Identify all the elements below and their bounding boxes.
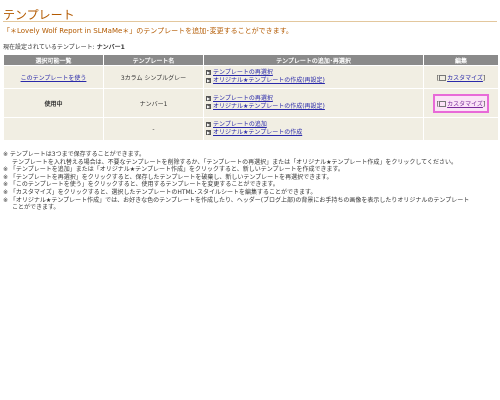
table-row: このテンプレートを使う 3カラム シンプルグレー ▶ テンプレートの再選択 ▶ オリ… bbox=[3, 65, 499, 89]
title-divider bbox=[3, 21, 497, 22]
edit-cell: [カスタマイズ] bbox=[423, 88, 499, 118]
action-original[interactable]: ▶ オリジナル★テンプレートの作成 bbox=[206, 129, 423, 137]
current-template-line: 現在設定されているテンプレート: ナンバー1 bbox=[3, 42, 125, 51]
table-header-row: 選択可能一覧 テンプレート名 テンプレートの追加･再選択 編集 bbox=[3, 54, 499, 66]
reselect-template-link[interactable]: テンプレートの再選択 bbox=[213, 95, 273, 102]
header-add-reselect: テンプレートの追加･再選択 bbox=[203, 54, 424, 66]
status-cell: このテンプレートを使う bbox=[3, 65, 104, 89]
customize-icon bbox=[439, 75, 447, 81]
action-reselect[interactable]: ▶ テンプレートの再選択 bbox=[206, 69, 423, 77]
template-name-cell: 3カラム シンプルグレー bbox=[103, 65, 204, 89]
table-row: 使用中 ナンバー1 ▶ テンプレートの再選択 ▶ オリジナル★テンプレートの作成(再… bbox=[3, 88, 499, 118]
arrow-right-icon: ▶ bbox=[206, 70, 211, 75]
table-row: - ▶ テンプレートの追加 ▶ オリジナル★テンプレートの作成 bbox=[3, 117, 499, 141]
header-selectable: 選択可能一覧 bbox=[3, 54, 104, 66]
actions-cell: ▶ テンプレートの再選択 ▶ オリジナル★テンプレートの作成(再設定) bbox=[203, 88, 424, 118]
original-template-link[interactable]: オリジナル★テンプレートの作成(再設定) bbox=[213, 77, 325, 84]
arrow-right-icon: ▶ bbox=[206, 122, 211, 127]
arrow-right-icon: ▶ bbox=[206, 130, 211, 135]
customize-link[interactable]: カスタマイズ bbox=[447, 101, 483, 108]
arrow-right-icon: ▶ bbox=[206, 104, 211, 109]
page-subtitle: 「＊Lovely Wolf Report in SLMaMe＊」のテンプレートを… bbox=[3, 27, 293, 35]
status-cell bbox=[3, 117, 104, 141]
note-line: ことができます。 bbox=[12, 204, 60, 212]
note-line: ※ 「カスタマイズ」をクリックすると、選択したテンプレートのHTML･スタイルシ… bbox=[3, 188, 317, 196]
current-template-value: ナンバー1 bbox=[96, 44, 125, 51]
header-template-name: テンプレート名 bbox=[103, 54, 204, 66]
help-notes: ※ テンプレートは3つまで保存することができます。 テンプレートを入れ替える場合… bbox=[3, 151, 499, 212]
arrow-right-icon: ▶ bbox=[206, 78, 211, 83]
action-reselect[interactable]: ▶ テンプレートの再選択 bbox=[206, 95, 423, 103]
note-line: ※ 「このテンプレートを使う」をクリックすると、使用するテンプレートを変更するこ… bbox=[3, 181, 279, 189]
template-name-cell: ナンバー1 bbox=[103, 88, 204, 118]
arrow-right-icon: ▶ bbox=[206, 96, 211, 101]
action-add[interactable]: ▶ テンプレートの追加 bbox=[206, 121, 423, 129]
template-name-cell: - bbox=[103, 117, 204, 141]
current-template-label: 現在設定されているテンプレート: bbox=[3, 44, 95, 51]
edit-cell: [カスタマイズ] bbox=[423, 65, 499, 89]
use-this-template-link[interactable]: このテンプレートを使う bbox=[21, 75, 87, 82]
note-line: ※ 「オリジナル★テンプレート作成」では、お好きな色のテンプレートを作成したり、… bbox=[3, 196, 470, 204]
header-edit: 編集 bbox=[423, 54, 499, 66]
customize-control[interactable]: [カスタマイズ] bbox=[435, 70, 488, 85]
reselect-template-link[interactable]: テンプレートの再選択 bbox=[213, 69, 273, 76]
note-line: ※ 「テンプレートを追加」または「オリジナル★テンプレート作成」をクリックすると… bbox=[3, 166, 344, 174]
customize-icon bbox=[439, 101, 447, 107]
actions-cell: ▶ テンプレートの再選択 ▶ オリジナル★テンプレートの作成(再設定) bbox=[203, 65, 424, 89]
actions-cell: ▶ テンプレートの追加 ▶ オリジナル★テンプレートの作成 bbox=[203, 117, 424, 141]
template-table: 選択可能一覧 テンプレート名 テンプレートの追加･再選択 編集 このテンプレート… bbox=[3, 54, 499, 141]
original-template-link[interactable]: オリジナル★テンプレートの作成 bbox=[213, 129, 302, 136]
original-template-link[interactable]: オリジナル★テンプレートの作成(再設定) bbox=[213, 103, 325, 110]
customize-control-highlighted[interactable]: [カスタマイズ] bbox=[432, 93, 490, 113]
edit-cell bbox=[423, 117, 499, 141]
action-original[interactable]: ▶ オリジナル★テンプレートの作成(再設定) bbox=[206, 103, 423, 111]
status-cell: 使用中 bbox=[3, 88, 104, 118]
action-original[interactable]: ▶ オリジナル★テンプレートの作成(再設定) bbox=[206, 77, 423, 85]
note-line: ※ テンプレートは3つまで保存することができます。 bbox=[3, 151, 145, 158]
add-template-link[interactable]: テンプレートの追加 bbox=[213, 121, 267, 128]
customize-link[interactable]: カスタマイズ bbox=[447, 75, 483, 82]
